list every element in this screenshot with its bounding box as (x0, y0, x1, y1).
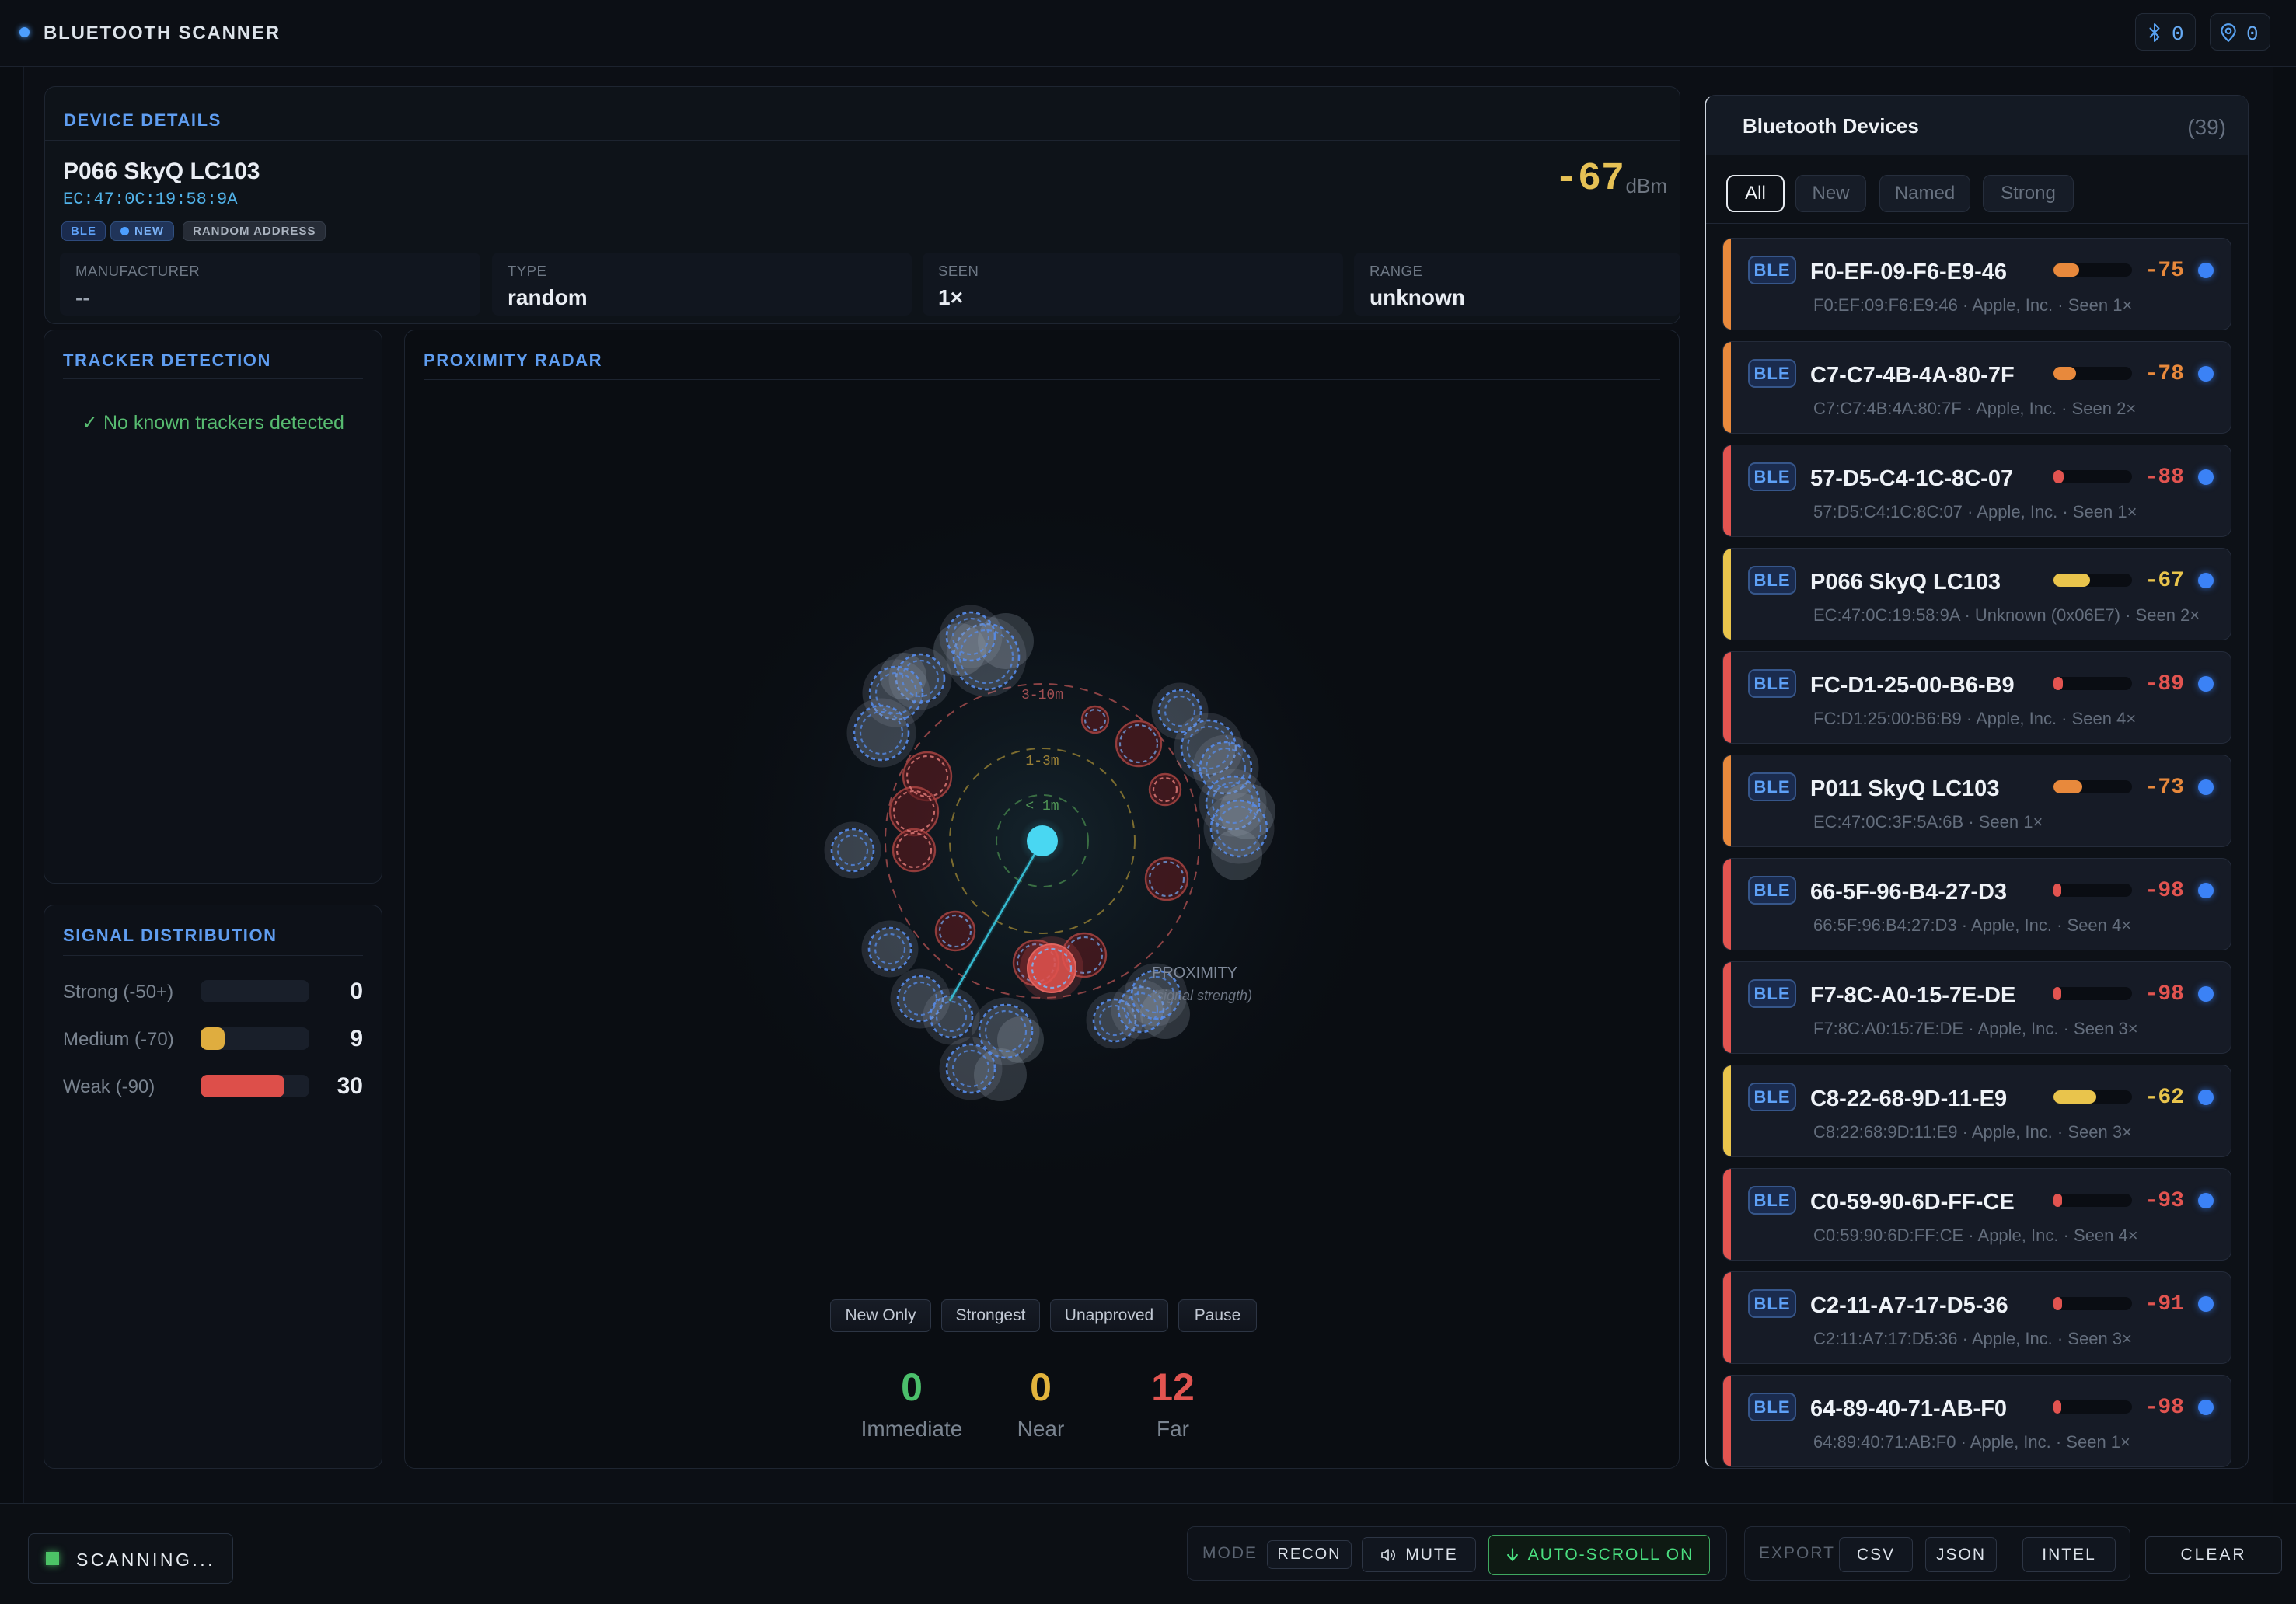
svg-text:(signal strength): (signal strength) (1152, 988, 1252, 1003)
svg-text:< 1m: < 1m (1025, 799, 1059, 814)
svg-text:1-3m: 1-3m (1025, 754, 1059, 769)
svg-text:3-10m: 3-10m (1021, 688, 1063, 703)
svg-text:PROXIMITY: PROXIMITY (1152, 964, 1237, 982)
